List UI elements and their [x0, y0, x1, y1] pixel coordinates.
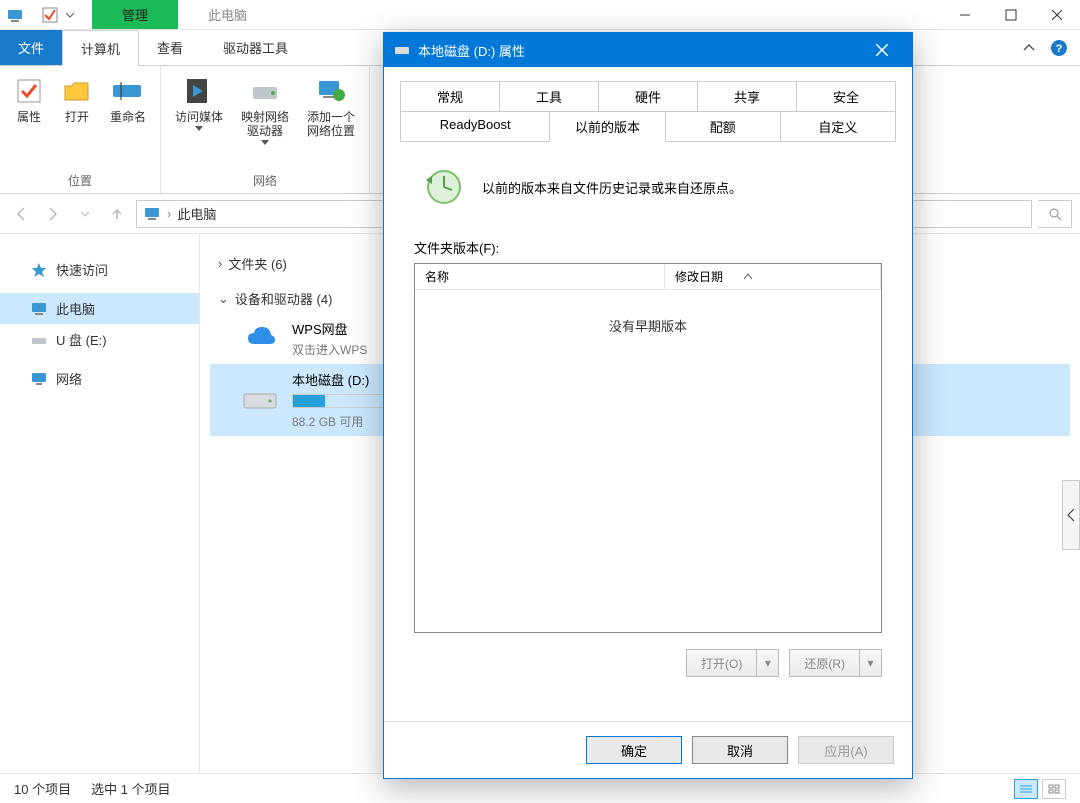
drive-icon	[394, 42, 410, 58]
sort-icon	[743, 273, 753, 281]
chevron-down-icon: ⌄	[218, 291, 229, 307]
cancel-button[interactable]: 取消	[692, 736, 788, 764]
chevron-right-icon: ›	[218, 256, 222, 271]
properties-dialog: 本地磁盘 (D:) 属性 常规 工具 硬件 共享 安全 ReadyBoost 以…	[383, 32, 913, 779]
list-empty-text: 没有早期版本	[415, 290, 881, 632]
tab-hardware[interactable]: 硬件	[599, 81, 698, 111]
apply-button[interactable]: 应用(A)	[798, 736, 894, 764]
dialog-title: 本地磁盘 (D:) 属性	[418, 41, 525, 60]
qat-item-icon[interactable]	[41, 6, 59, 24]
context-tab-header: 管理	[92, 0, 178, 29]
tab-sharing[interactable]: 共享	[698, 81, 797, 111]
network-icon	[30, 370, 48, 388]
ribbon-access-media[interactable]: 访问媒体	[167, 70, 231, 136]
ribbon-open[interactable]: 打开	[54, 70, 100, 128]
view-large-icons-button[interactable]	[1042, 779, 1066, 799]
nav-this-pc[interactable]: 此电脑	[0, 293, 199, 324]
close-button[interactable]	[1034, 0, 1080, 29]
ribbon-group-network: 访问媒体 映射网络 驱动器 添加一个 网络位置 网络	[161, 66, 370, 193]
item-subtitle: 双击进入WPS	[292, 341, 367, 358]
tab-computer[interactable]: 计算机	[62, 30, 139, 66]
window-title: 此电脑	[178, 0, 942, 29]
dropdown-icon[interactable]: ▾	[860, 649, 882, 677]
window-controls	[942, 0, 1080, 29]
drive-icon	[30, 331, 48, 349]
versions-list[interactable]: 名称 修改日期 没有早期版本	[414, 263, 882, 633]
ribbon-add-network-location[interactable]: 添加一个 网络位置	[299, 70, 363, 142]
tab-security[interactable]: 安全	[797, 81, 896, 111]
ribbon-group-label: 网络	[167, 170, 363, 191]
dropdown-icon	[195, 126, 203, 132]
tab-custom[interactable]: 自定义	[781, 111, 896, 142]
nav-quick-access[interactable]: 快速访问	[0, 254, 199, 285]
nav-recent-dropdown[interactable]	[72, 201, 98, 227]
ribbon-group-location: 属性 打开 重命名 位置	[0, 66, 161, 193]
tab-view[interactable]: 查看	[139, 30, 201, 65]
preview-pane-toggle[interactable]	[1062, 480, 1080, 550]
pc-icon	[143, 205, 161, 223]
minimize-button[interactable]	[942, 0, 988, 29]
dropdown-icon	[261, 140, 269, 146]
help-icon[interactable]: ?	[1050, 39, 1068, 57]
search-icon	[1048, 207, 1062, 221]
col-name[interactable]: 名称	[415, 264, 665, 290]
view-details-button[interactable]	[1014, 779, 1038, 799]
tab-readyboost[interactable]: ReadyBoost	[400, 111, 550, 142]
titlebar: 管理 此电脑	[0, 0, 1080, 30]
status-selected-count: 选中 1 个项目	[91, 779, 170, 798]
ribbon-group-label: 位置	[6, 170, 154, 191]
dialog-tabs: 常规 工具 硬件 共享 安全 ReadyBoost 以前的版本 配额 自定义	[384, 67, 912, 142]
star-icon	[30, 261, 48, 279]
ok-button[interactable]: 确定	[586, 736, 682, 764]
list-label: 文件夹版本(F):	[414, 238, 882, 257]
tab-drive-tools[interactable]: 驱动器工具	[205, 30, 306, 65]
navigation-pane: 快速访问 此电脑 U 盘 (E:) 网络	[0, 234, 200, 773]
tab-quota[interactable]: 配额	[666, 111, 781, 142]
status-item-count: 10 个项目	[14, 779, 71, 798]
list-header: 名称 修改日期	[415, 264, 881, 290]
tab-previous-versions[interactable]: 以前的版本	[550, 111, 665, 142]
nav-network[interactable]: 网络	[0, 363, 199, 394]
ribbon-map-drive[interactable]: 映射网络 驱动器	[233, 70, 297, 150]
ribbon-rename[interactable]: 重命名	[102, 70, 154, 128]
tab-file[interactable]: 文件	[0, 30, 62, 65]
dialog-close-button[interactable]	[862, 33, 902, 67]
drive-icon	[240, 380, 280, 420]
dialog-info-text: 以前的版本来自文件历史记录或来自还原点。	[482, 178, 742, 197]
nav-forward[interactable]	[40, 201, 66, 227]
close-icon	[876, 44, 888, 56]
pc-icon	[30, 300, 48, 318]
col-date[interactable]: 修改日期	[665, 264, 881, 290]
restore-button[interactable]: 还原(R) ▾	[789, 649, 882, 677]
chevron-left-icon	[1066, 508, 1076, 522]
ribbon-properties[interactable]: 属性	[6, 70, 52, 128]
titlebar-icon	[0, 0, 24, 29]
item-name: WPS网盘	[292, 319, 367, 338]
dropdown-icon[interactable]: ▾	[757, 649, 779, 677]
breadcrumb[interactable]: 此电脑	[177, 204, 216, 223]
tab-tools[interactable]: 工具	[500, 81, 599, 111]
quick-access-toolbar	[24, 0, 92, 29]
maximize-button[interactable]	[988, 0, 1034, 29]
dialog-footer: 确定 取消 应用(A)	[384, 721, 912, 778]
nav-usb[interactable]: U 盘 (E:)	[0, 324, 199, 355]
nav-back[interactable]	[8, 201, 34, 227]
tab-general[interactable]: 常规	[400, 81, 500, 111]
qat-dropdown-icon[interactable]	[65, 6, 75, 24]
svg-text:?: ?	[1056, 43, 1063, 55]
dialog-body: 以前的版本来自文件历史记录或来自还原点。 文件夹版本(F): 名称 修改日期 没…	[384, 142, 912, 721]
open-button[interactable]: 打开(O) ▾	[686, 649, 779, 677]
cloud-icon	[240, 318, 280, 358]
nav-up[interactable]	[104, 201, 130, 227]
clock-history-icon	[420, 166, 462, 208]
collapse-ribbon-icon[interactable]	[1022, 41, 1036, 55]
search-box[interactable]	[1038, 200, 1072, 228]
dialog-titlebar[interactable]: 本地磁盘 (D:) 属性	[384, 33, 912, 67]
